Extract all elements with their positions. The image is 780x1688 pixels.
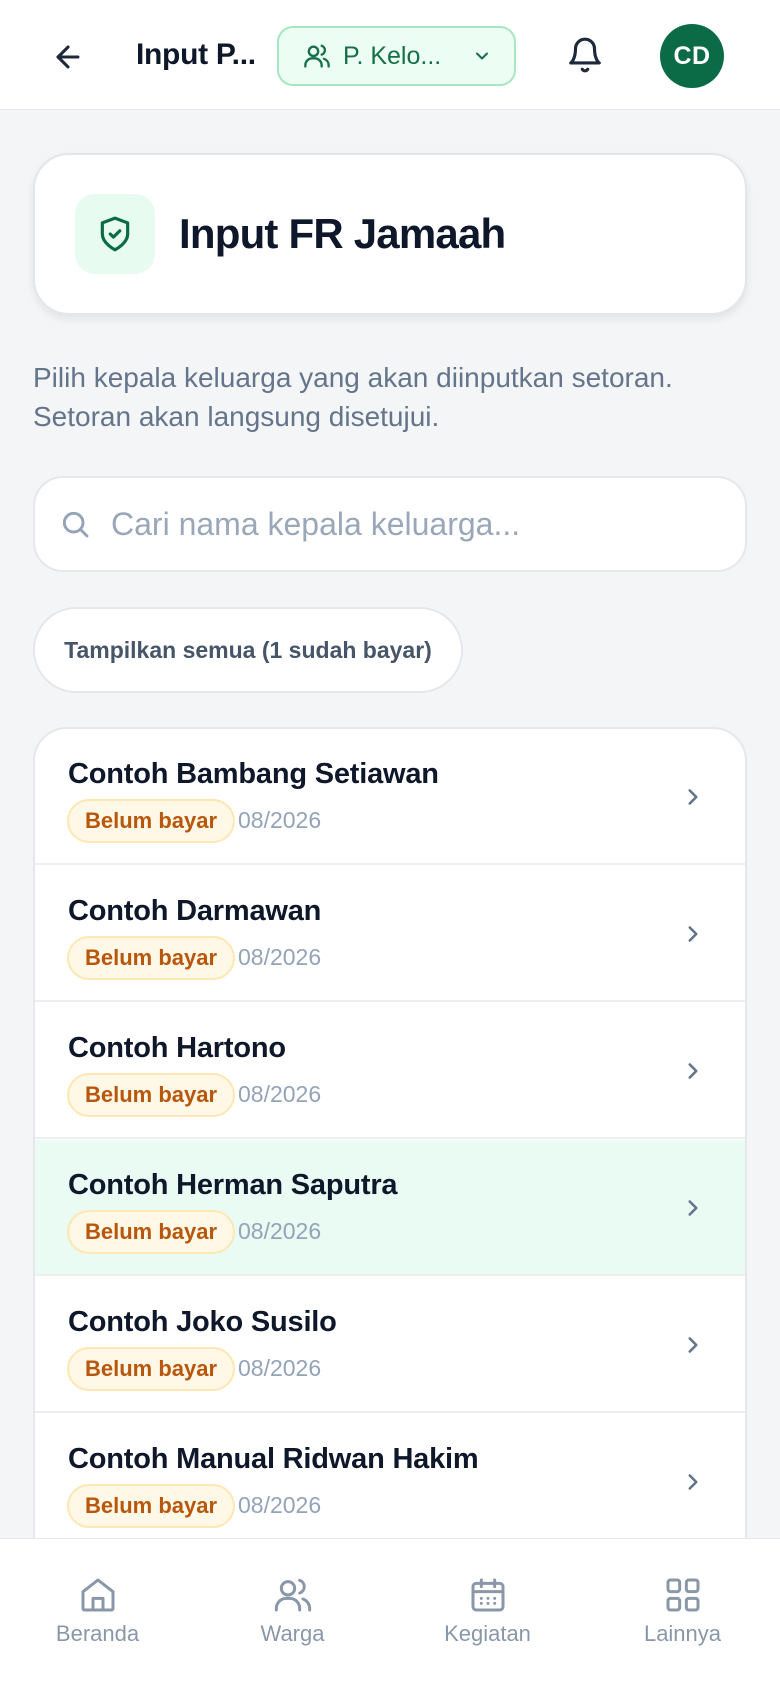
family-head-name: Contoh Joko Susilo bbox=[68, 1306, 337, 1338]
list-item[interactable]: Contoh Manual Ridwan Hakim Belum bayar 08/… bbox=[35, 1414, 745, 1550]
search-icon bbox=[62, 511, 89, 538]
period-label: 08/2026 bbox=[238, 1355, 322, 1381]
nav-item-warga[interactable]: Warga bbox=[195, 1539, 390, 1688]
status-badge: Belum bayar bbox=[67, 1073, 236, 1117]
bottom-navigation: Beranda Warga Kegiatan Lainnya bbox=[0, 1538, 780, 1688]
list-item[interactable]: Contoh Herman Saputra Belum bayar 08/2026 bbox=[35, 1140, 745, 1276]
family-head-name: Contoh Darmawan bbox=[68, 895, 322, 927]
nav-item-kegiatan[interactable]: Kegiatan bbox=[390, 1539, 585, 1688]
chevron-right-icon bbox=[679, 1190, 707, 1226]
users-icon bbox=[304, 44, 330, 68]
period-label: 08/2026 bbox=[238, 1081, 322, 1107]
group-selector-dropdown[interactable]: P. Kelo... bbox=[277, 26, 516, 86]
nav-item-lainnya[interactable]: Lainnya bbox=[585, 1539, 780, 1688]
user-avatar[interactable]: CD bbox=[660, 24, 724, 88]
list-item[interactable]: Contoh Bambang Setiawan Belum bayar 08/202… bbox=[35, 729, 745, 865]
nav-item-beranda[interactable]: Beranda bbox=[0, 1539, 195, 1688]
list-item[interactable]: Contoh Joko Susilo Belum bayar 08/2026 bbox=[35, 1277, 745, 1413]
period-label: 08/2026 bbox=[238, 1218, 322, 1244]
shield-check-icon bbox=[100, 216, 130, 252]
nav-label: Beranda bbox=[55, 1621, 140, 1646]
home-icon bbox=[81, 1578, 114, 1612]
calendar-icon bbox=[471, 1578, 504, 1612]
back-button[interactable] bbox=[44, 33, 92, 81]
list-item[interactable]: Contoh Darmawan Belum bayar 08/2026 bbox=[35, 866, 745, 1002]
status-badge: Belum bayar bbox=[67, 1347, 236, 1391]
top-bar-title: Input P... bbox=[136, 38, 256, 71]
period-label: 08/2026 bbox=[238, 1492, 322, 1518]
nav-label: Lainnya bbox=[643, 1621, 722, 1646]
chevron-right-icon bbox=[679, 1053, 707, 1089]
page-title: Input FR Jamaah bbox=[179, 210, 506, 257]
chevron-right-icon bbox=[679, 1327, 707, 1363]
top-app-bar: Input P... P. Kelo... CD bbox=[0, 0, 780, 110]
family-head-name: Contoh Manual Ridwan Hakim bbox=[68, 1443, 479, 1475]
chevron-right-icon bbox=[679, 779, 707, 815]
instructions-text: Pilih kepala keluarga yang akan diinputk… bbox=[33, 362, 673, 432]
shield-icon-box bbox=[75, 194, 155, 274]
show-all-toggle-button[interactable]: Tampilkan semua (1 sudah bayar) bbox=[33, 607, 463, 693]
status-badge: Belum bayar bbox=[67, 1210, 236, 1254]
nav-label: Warga bbox=[260, 1621, 325, 1646]
status-badge: Belum bayar bbox=[67, 799, 236, 843]
grid-icon bbox=[666, 1578, 699, 1612]
family-head-name: Contoh Hartono bbox=[68, 1032, 286, 1064]
group-selector-label: P. Kelo... bbox=[343, 41, 442, 70]
arrow-left-icon bbox=[56, 45, 80, 69]
period-label: 08/2026 bbox=[238, 944, 322, 970]
list-item[interactable]: Contoh Hartono Belum bayar 08/2026 bbox=[35, 1003, 745, 1139]
users-icon bbox=[274, 1578, 311, 1612]
nav-label: Kegiatan bbox=[444, 1621, 531, 1646]
bell-icon bbox=[569, 37, 601, 73]
family-head-name: Contoh Herman Saputra bbox=[68, 1169, 398, 1201]
chevron-right-icon bbox=[679, 1464, 707, 1500]
notifications-button[interactable] bbox=[560, 30, 610, 80]
chevron-down-icon bbox=[476, 52, 488, 60]
family-head-name: Contoh Bambang Setiawan bbox=[68, 758, 439, 790]
page-header-card: Input FR Jamaah bbox=[33, 153, 747, 315]
search-input[interactable] bbox=[111, 505, 711, 543]
search-box[interactable] bbox=[33, 476, 747, 572]
status-badge: Belum bayar bbox=[67, 1484, 236, 1528]
status-badge: Belum bayar bbox=[67, 936, 236, 980]
chevron-right-icon bbox=[679, 916, 707, 952]
period-label: 08/2026 bbox=[238, 807, 322, 833]
